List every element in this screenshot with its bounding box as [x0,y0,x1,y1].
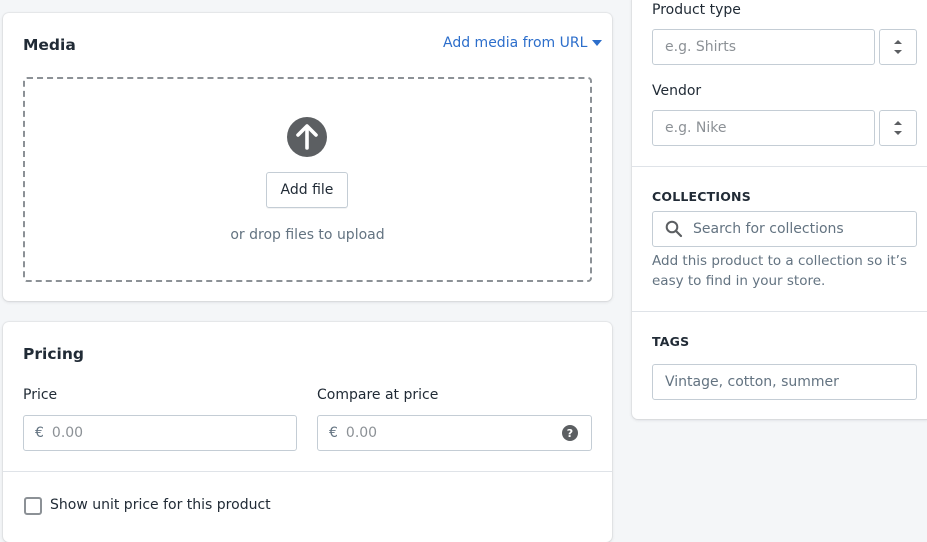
price-input[interactable]: € 0.00 [23,415,297,451]
media-title: Media [23,36,76,54]
search-icon [665,220,683,238]
collections-help-line-1: Add this product to a collection so it’s [652,253,907,269]
pricing-divider [3,471,612,472]
collections-divider [632,311,927,312]
compare-placeholder: 0.00 [345,425,378,441]
caret-down-icon [592,40,603,46]
collections-search-placeholder: Search for collections [693,221,844,237]
media-dropzone[interactable]: Add file or drop files to upload [23,77,592,282]
price-placeholder: 0.00 [51,425,84,441]
compare-at-price-label: Compare at price [317,387,439,403]
pricing-card: Pricing Price € 0.00 Compare at price € … [3,322,612,542]
product-type-select-toggle[interactable] [879,29,917,65]
tags-input[interactable]: Vintage, cotton, summer [652,364,917,400]
vendor-placeholder: e.g. Nike [665,120,727,136]
pricing-title: Pricing [23,345,84,363]
product-type-input[interactable]: e.g. Shirts [652,29,875,65]
sort-arrows-icon [894,40,902,54]
collections-heading: COLLECTIONS [652,189,751,204]
vendor-select-toggle[interactable] [879,110,917,146]
tags-placeholder: Vintage, cotton, summer [665,374,839,390]
media-card: Media Add media from URL Add file or dro… [3,13,612,301]
collections-search-input[interactable]: Search for collections [652,211,917,247]
add-file-button[interactable]: Add file [266,172,348,208]
tags-heading: TAGS [652,334,690,349]
product-type-placeholder: e.g. Shirts [665,39,737,55]
compare-currency: € [329,425,338,441]
add-media-from-url-label: Add media from URL [443,35,588,51]
vendor-label: Vendor [652,83,702,99]
compare-at-price-input[interactable]: € 0.00 [317,415,592,451]
upload-arrow-icon [287,117,327,157]
add-media-from-url-link[interactable]: Add media from URL [443,35,603,51]
drop-files-hint: or drop files to upload [230,227,385,243]
organization-panel: Product type e.g. Shirts Vendor e.g. Nik… [632,0,927,419]
price-currency: € [35,425,44,441]
price-label: Price [23,387,58,403]
collections-help-line-2: easy to find in your store. [652,273,826,289]
help-question-icon[interactable]: ? [562,425,578,441]
unit-price-label[interactable]: Show unit price for this product [50,497,271,513]
unit-price-checkbox[interactable] [24,497,42,515]
sort-arrows-icon [894,121,902,135]
vendor-input[interactable]: e.g. Nike [652,110,875,146]
organization-divider [632,166,927,167]
product-type-label: Product type [652,2,741,18]
